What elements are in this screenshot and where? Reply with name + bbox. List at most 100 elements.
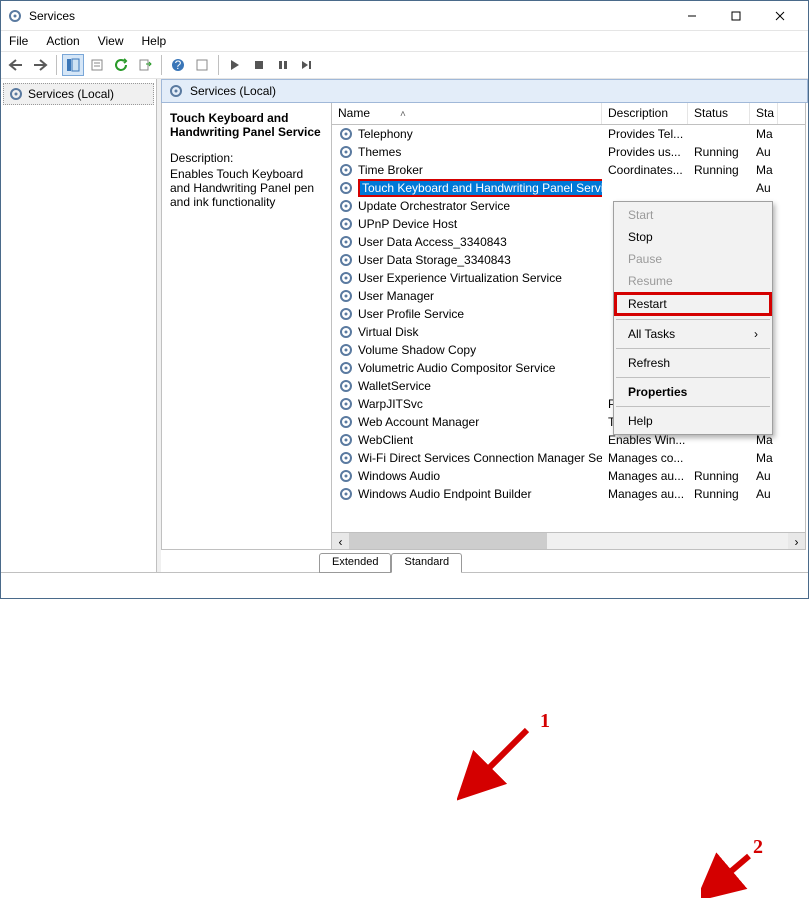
service-name: Web Account Manager bbox=[358, 415, 479, 429]
menu-help[interactable]: Help bbox=[142, 34, 167, 48]
gear-icon bbox=[338, 396, 354, 412]
menu-view[interactable]: View bbox=[98, 34, 124, 48]
gear-icon bbox=[338, 432, 354, 448]
service-desc: Provides Tel... bbox=[602, 127, 688, 141]
close-button[interactable] bbox=[758, 2, 802, 30]
service-desc: Manages co... bbox=[602, 451, 688, 465]
service-name: Wi-Fi Direct Services Connection Manager… bbox=[358, 451, 602, 465]
service-status: Running bbox=[688, 145, 750, 159]
ctx-refresh[interactable]: Refresh bbox=[614, 352, 772, 374]
ctx-restart[interactable]: Restart bbox=[614, 292, 772, 316]
forward-button[interactable] bbox=[29, 54, 51, 76]
service-name: User Data Access_3340843 bbox=[358, 235, 507, 249]
service-desc: Manages au... bbox=[602, 469, 688, 483]
service-startup: Ma bbox=[750, 127, 778, 141]
export-button[interactable] bbox=[134, 54, 156, 76]
arrow-annotation-icon bbox=[701, 850, 757, 898]
menu-file[interactable]: File bbox=[9, 34, 28, 48]
help2-button[interactable] bbox=[191, 54, 213, 76]
service-row[interactable]: Touch Keyboard and Handwriting Panel Ser… bbox=[332, 179, 805, 197]
content-header: Services (Local) bbox=[161, 79, 808, 103]
tree-node-services-local[interactable]: Services (Local) bbox=[3, 83, 154, 105]
service-startup: Au bbox=[750, 181, 778, 195]
service-startup: Au bbox=[750, 145, 778, 159]
gear-icon bbox=[338, 288, 354, 304]
col-name[interactable]: Name bbox=[332, 103, 602, 124]
gear-icon bbox=[338, 252, 354, 268]
annotation-number-1: 1 bbox=[540, 710, 550, 733]
stop-service-button[interactable] bbox=[248, 54, 270, 76]
app-icon bbox=[7, 8, 23, 24]
column-headers: Name Description Status Sta bbox=[332, 103, 805, 125]
horizontal-scrollbar[interactable]: ‹ › bbox=[332, 532, 805, 549]
separator bbox=[616, 377, 770, 378]
service-name: User Manager bbox=[358, 289, 434, 303]
separator bbox=[616, 319, 770, 320]
svg-text:?: ? bbox=[175, 58, 182, 72]
help-button[interactable]: ? bbox=[167, 54, 189, 76]
service-name: User Data Storage_3340843 bbox=[358, 253, 511, 267]
context-menu: Start Stop Pause Resume Restart All Task… bbox=[613, 201, 773, 435]
service-name: User Experience Virtualization Service bbox=[358, 271, 562, 285]
service-name: Volumetric Audio Compositor Service bbox=[358, 361, 555, 375]
service-status: Running bbox=[688, 163, 750, 177]
scroll-right-icon[interactable]: › bbox=[788, 533, 805, 549]
service-row[interactable]: Telephony Provides Tel... Ma bbox=[332, 125, 805, 143]
back-button[interactable] bbox=[5, 54, 27, 76]
service-name: Touch Keyboard and Handwriting Panel Ser… bbox=[358, 179, 602, 197]
service-row[interactable]: Time BrokerCoordinates...RunningMa bbox=[332, 161, 805, 179]
service-name: Time Broker bbox=[358, 163, 423, 177]
tree-node-label: Services (Local) bbox=[28, 87, 114, 101]
service-row[interactable]: Wi-Fi Direct Services Connection Manager… bbox=[332, 449, 805, 467]
menu-action[interactable]: Action bbox=[46, 34, 79, 48]
service-name: Themes bbox=[358, 145, 401, 159]
detail-desc-label: Description: bbox=[170, 151, 323, 165]
col-status[interactable]: Status bbox=[688, 103, 750, 124]
ctx-properties[interactable]: Properties bbox=[614, 381, 772, 403]
tab-extended[interactable]: Extended bbox=[319, 553, 391, 573]
minimize-button[interactable] bbox=[670, 2, 714, 30]
tree-pane: Services (Local) bbox=[1, 79, 157, 572]
scrollbar-thumb[interactable] bbox=[349, 533, 547, 549]
start-service-button[interactable] bbox=[224, 54, 246, 76]
ctx-stop[interactable]: Stop bbox=[614, 226, 772, 248]
gear-icon bbox=[338, 450, 354, 466]
service-row[interactable]: Windows AudioManages au...RunningAu bbox=[332, 467, 805, 485]
refresh-button[interactable] bbox=[110, 54, 132, 76]
pause-service-button[interactable] bbox=[272, 54, 294, 76]
service-desc: Coordinates... bbox=[602, 163, 688, 177]
service-name: User Profile Service bbox=[358, 307, 464, 321]
gear-icon bbox=[338, 342, 354, 358]
separator bbox=[161, 55, 162, 75]
service-row[interactable]: Windows Audio Endpoint BuilderManages au… bbox=[332, 485, 805, 503]
service-startup: Ma bbox=[750, 451, 778, 465]
scroll-left-icon[interactable]: ‹ bbox=[332, 533, 349, 549]
gear-icon bbox=[338, 414, 354, 430]
detail-desc: Enables Touch Keyboard and Handwriting P… bbox=[170, 167, 323, 209]
service-name: WarpJITSvc bbox=[358, 397, 423, 411]
ctx-help[interactable]: Help bbox=[614, 410, 772, 432]
service-name: Telephony bbox=[358, 127, 413, 141]
service-row[interactable]: ThemesProvides us...RunningAu bbox=[332, 143, 805, 161]
col-description[interactable]: Description bbox=[602, 103, 688, 124]
status-bar bbox=[1, 572, 808, 594]
col-startup[interactable]: Sta bbox=[750, 103, 778, 124]
service-name: Volume Shadow Copy bbox=[358, 343, 476, 357]
ctx-all-tasks[interactable]: All Tasks bbox=[614, 323, 772, 345]
service-status: Running bbox=[688, 469, 750, 483]
gear-icon bbox=[338, 468, 354, 484]
gear-icon bbox=[338, 270, 354, 286]
gear-icon bbox=[8, 86, 24, 102]
content-header-label: Services (Local) bbox=[190, 84, 276, 98]
gear-icon bbox=[338, 360, 354, 376]
detail-pane: Touch Keyboard and Handwriting Panel Ser… bbox=[162, 103, 332, 549]
service-name: Update Orchestrator Service bbox=[358, 199, 510, 213]
service-name: UPnP Device Host bbox=[358, 217, 457, 231]
properties-button[interactable] bbox=[86, 54, 108, 76]
maximize-button[interactable] bbox=[714, 2, 758, 30]
view-tabs: Extended Standard bbox=[319, 552, 808, 572]
restart-service-button[interactable] bbox=[296, 54, 318, 76]
separator bbox=[616, 348, 770, 349]
show-hide-tree-button[interactable] bbox=[62, 54, 84, 76]
tab-standard[interactable]: Standard bbox=[391, 553, 462, 573]
